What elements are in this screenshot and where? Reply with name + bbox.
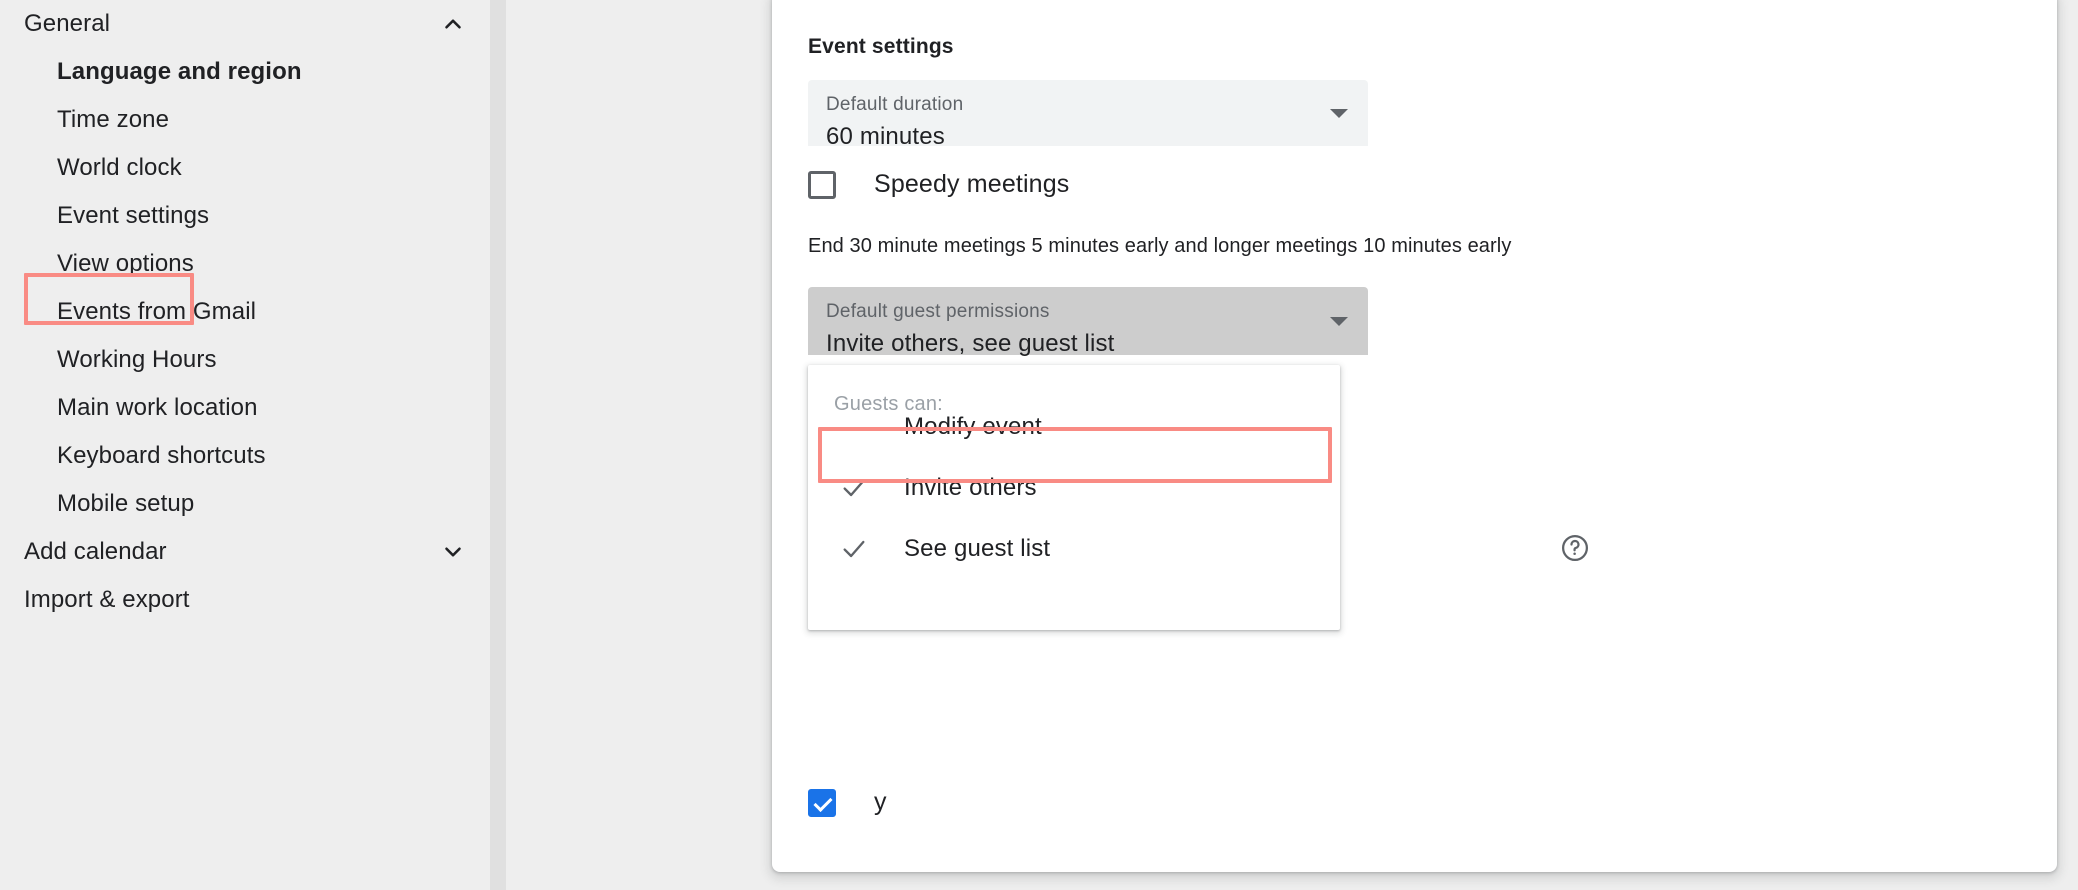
- sidebar-item-label: Events from Gmail: [57, 298, 256, 326]
- guest-permissions-dropdown-menu: Guests can: Modify event Invite others S…: [808, 365, 1340, 630]
- sidebar-item-time-zone[interactable]: Time zone: [0, 96, 490, 144]
- sidebar-section-import-export[interactable]: Import & export: [0, 576, 490, 624]
- sidebar-item-main-work-location[interactable]: Main work location: [0, 384, 490, 432]
- menu-option-see-guest-list[interactable]: See guest list: [808, 518, 1340, 579]
- check-icon: [840, 474, 868, 502]
- default-duration-value: 60 minutes: [826, 123, 945, 151]
- sidebar-section-general[interactable]: General: [0, 0, 490, 48]
- sidebar-item-label: View options: [57, 250, 194, 278]
- sidebar-item-label: World clock: [57, 154, 182, 182]
- caret-down-icon: [1330, 317, 1348, 326]
- sidebar-item-label: Language and region: [57, 58, 302, 86]
- settings-screen: General Language and region Time zone Wo…: [0, 0, 2078, 890]
- menu-option-invite-others[interactable]: Invite others: [808, 457, 1340, 518]
- default-guest-permissions-label: Default guest permissions: [826, 301, 1050, 323]
- sidebar-item-view-options[interactable]: View options: [0, 240, 490, 288]
- speedy-meetings-checkbox[interactable]: [808, 171, 836, 199]
- default-guest-permissions-select[interactable]: Default guest permissions Invite others,…: [808, 287, 1368, 355]
- sidebar-item-world-clock[interactable]: World clock: [0, 144, 490, 192]
- caret-down-icon: [1330, 109, 1348, 118]
- menu-option-modify-event[interactable]: Modify event: [808, 396, 1340, 457]
- sidebar-item-language-and-region[interactable]: Language and region: [0, 48, 490, 96]
- help-circle-icon[interactable]: [1560, 533, 1590, 563]
- sidebar-item-label: Main work location: [57, 394, 258, 422]
- page-title: Event settings: [808, 35, 954, 59]
- sidebar-item-label: Working Hours: [57, 346, 217, 374]
- sidebar-scrollbar[interactable]: [490, 0, 506, 890]
- chevron-down-icon[interactable]: [440, 539, 466, 565]
- sidebar-item-label: Event settings: [57, 202, 209, 230]
- obscured-option-checkbox-row[interactable]: y: [808, 788, 887, 817]
- menu-option-label: Modify event: [904, 413, 1042, 441]
- menu-option-label: See guest list: [904, 535, 1050, 563]
- sidebar-section-import-export-label: Import & export: [24, 586, 190, 614]
- obscured-option-checkbox[interactable]: [808, 789, 836, 817]
- sidebar-section-add-calendar[interactable]: Add calendar: [0, 528, 490, 576]
- default-duration-select[interactable]: Default duration 60 minutes: [808, 80, 1368, 146]
- sidebar-item-label: Time zone: [57, 106, 169, 134]
- settings-sidebar: General Language and region Time zone Wo…: [0, 0, 490, 890]
- sidebar-item-working-hours[interactable]: Working Hours: [0, 336, 490, 384]
- sidebar-item-events-from-gmail[interactable]: Events from Gmail: [0, 288, 490, 336]
- sidebar-item-event-settings[interactable]: Event settings: [0, 192, 490, 240]
- speedy-meetings-helper-text: End 30 minute meetings 5 minutes early a…: [808, 235, 1511, 258]
- default-duration-label: Default duration: [826, 94, 963, 116]
- sidebar-item-keyboard-shortcuts[interactable]: Keyboard shortcuts: [0, 432, 490, 480]
- sidebar-section-general-label: General: [24, 10, 110, 38]
- sidebar-item-mobile-setup[interactable]: Mobile setup: [0, 480, 490, 528]
- chevron-up-icon[interactable]: [440, 11, 466, 37]
- speedy-meetings-checkbox-row[interactable]: Speedy meetings: [808, 170, 1069, 199]
- sidebar-item-label: Keyboard shortcuts: [57, 442, 266, 470]
- check-icon: [840, 535, 868, 563]
- obscured-option-label: y: [874, 788, 887, 817]
- sidebar-section-add-calendar-label: Add calendar: [24, 538, 167, 566]
- menu-option-label: Invite others: [904, 474, 1037, 502]
- speedy-meetings-label: Speedy meetings: [874, 170, 1069, 199]
- sidebar-item-label: Mobile setup: [57, 490, 194, 518]
- default-guest-permissions-value: Invite others, see guest list: [826, 330, 1115, 358]
